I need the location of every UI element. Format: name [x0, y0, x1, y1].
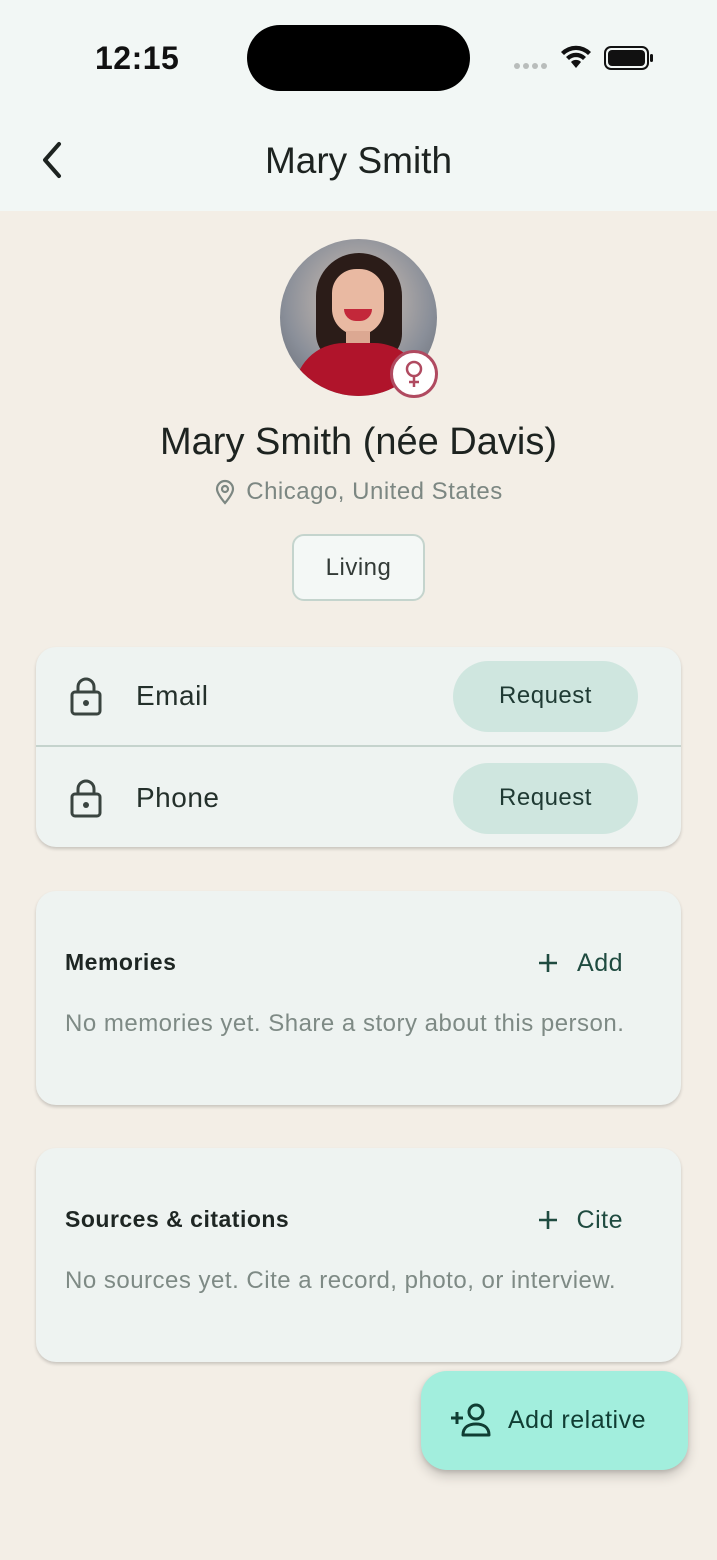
- add-memory-label: Add: [577, 948, 623, 977]
- memories-empty-text: No memories yet. Share a story about thi…: [65, 1010, 625, 1037]
- contact-label-email: Email: [136, 680, 209, 711]
- person-add-icon: [451, 1403, 491, 1437]
- map-pin-icon: [216, 479, 235, 505]
- add-relative-button[interactable]: Add relative: [421, 1371, 688, 1470]
- cite-source-label: Cite: [576, 1205, 623, 1234]
- request-phone-button[interactable]: Request: [453, 762, 638, 834]
- contact-label-phone: Phone: [136, 782, 220, 813]
- top-bar: 12:15 Mary Smith: [0, 0, 717, 211]
- sources-empty-text: No sources yet. Cite a record, photo, or…: [65, 1267, 617, 1294]
- status-time: 12:15: [95, 40, 180, 76]
- location-text: Chicago, United States: [246, 478, 503, 505]
- memories-card: Memories Add No memories yet. Share a st…: [36, 891, 681, 1105]
- sources-card: Sources & citations Cite No sources yet.…: [36, 1148, 681, 1362]
- wifi-icon: [561, 45, 591, 68]
- battery-icon: [604, 46, 653, 70]
- female-symbol-icon: [405, 360, 423, 387]
- lock-icon: [70, 779, 102, 818]
- dynamic-island: [247, 25, 470, 91]
- contact-row-phone: Phone Request: [36, 748, 681, 848]
- gender-badge: [390, 350, 438, 398]
- lock-icon: [70, 677, 102, 716]
- plus-icon: [538, 1211, 557, 1229]
- request-email-button[interactable]: Request: [453, 660, 638, 732]
- plus-icon: [539, 954, 558, 972]
- contact-card: Email Request Phone Request: [36, 647, 681, 847]
- add-memory-button[interactable]: Add: [537, 943, 623, 983]
- person-name: Mary Smith (née Davis): [160, 421, 557, 463]
- location: Chicago, United States: [0, 478, 717, 506]
- memories-title: Memories: [65, 949, 177, 975]
- contact-row-email: Email Request: [36, 647, 681, 747]
- page-title: Mary Smith: [264, 140, 453, 181]
- add-relative-label: Add relative: [508, 1406, 647, 1434]
- cellular-signal-icon: [514, 63, 547, 69]
- status-chip: Living: [292, 534, 425, 601]
- sources-title: Sources & citations: [65, 1206, 290, 1232]
- cite-source-button[interactable]: Cite: [537, 1200, 623, 1240]
